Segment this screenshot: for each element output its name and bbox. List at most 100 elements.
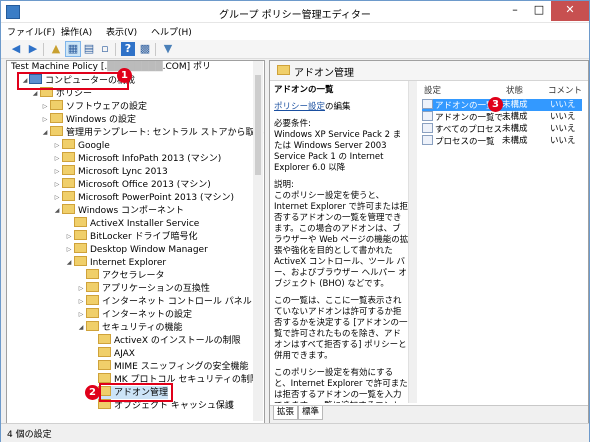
tree-item[interactable]: ▷ インターネット コントロール パネル xyxy=(77,295,252,308)
desc-scrollbar[interactable] xyxy=(408,81,417,403)
policy-tree: Test Machine Policy [.████████.COM] ポリ ◢… xyxy=(6,60,265,424)
tree-item[interactable]: ▷ Windows の設定 xyxy=(41,113,136,126)
setting-icon xyxy=(422,111,433,121)
desc-title: アドオンの一覧 xyxy=(274,85,334,95)
export-list-icon[interactable]: ▫ xyxy=(98,42,112,56)
tree-scrollbar[interactable] xyxy=(253,61,263,421)
tree-item[interactable]: ◢ Internet Explorer xyxy=(65,256,166,269)
tab-extended[interactable]: 拡張 xyxy=(273,406,299,420)
folder-icon xyxy=(98,373,111,383)
folder-icon xyxy=(62,178,75,188)
tree-item[interactable]: ◢ Windows コンポーネント xyxy=(53,204,184,217)
folder-icon xyxy=(86,295,99,305)
maximize-button[interactable]: □ xyxy=(527,1,551,21)
folder-icon xyxy=(277,65,290,75)
details-header: アドオン管理 xyxy=(270,61,588,81)
highlight-box-2 xyxy=(99,383,173,402)
folder-icon xyxy=(98,347,111,357)
properties-icon[interactable]: ▩ xyxy=(138,42,152,56)
tree-item[interactable]: ▷ Microsoft Office 2013 (マシン) xyxy=(53,178,211,191)
toolbar: ◀ ▶ ▲ ▦ ▤ ▫ ? ▩ ▼ xyxy=(1,40,589,59)
view-tabs: 拡張 標準 xyxy=(270,405,588,423)
menu-bar: ファイル(F) 操作(A) 表示(V) ヘルプ(H) xyxy=(1,23,589,40)
badge-1: 1 xyxy=(117,68,132,83)
details-title: アドオン管理 xyxy=(294,68,354,79)
tab-standard[interactable]: 標準 xyxy=(298,406,324,420)
edit-policy-link[interactable]: ポリシー設定 xyxy=(274,102,325,112)
filter-icon[interactable]: ▼ xyxy=(161,42,175,56)
folder-icon xyxy=(98,334,111,344)
highlight-box-1 xyxy=(17,72,129,90)
up-folder-icon[interactable]: ▲ xyxy=(49,42,63,56)
tree-item[interactable]: ▷ Microsoft Lync 2013 xyxy=(53,165,168,178)
tree-item[interactable]: ◢ セキュリティの機能 xyxy=(77,321,182,334)
settings-row[interactable]: プロセスの一覧 未構成 いいえ xyxy=(422,135,582,147)
folder-icon xyxy=(50,100,63,110)
main-window: グループ ポリシー管理エディター – □ ✕ ファイル(F) 操作(A) 表示(… xyxy=(0,0,590,442)
menu-action[interactable]: 操作(A) xyxy=(61,25,92,38)
help-icon[interactable]: ? xyxy=(121,42,135,56)
folder-icon xyxy=(50,126,63,136)
app-icon xyxy=(6,5,20,19)
column-header-setting[interactable]: 設定 xyxy=(424,84,441,96)
column-header-state[interactable]: 状態 xyxy=(506,84,523,96)
folder-icon xyxy=(86,269,99,279)
status-text: 4 個の設定 xyxy=(7,430,52,440)
tree-item[interactable]: ▷ Desktop Window Manager xyxy=(65,243,208,256)
tree-root-label: Test Machine Policy [. xyxy=(11,62,108,72)
menu-file[interactable]: ファイル(F) xyxy=(7,25,55,38)
window-title: グループ ポリシー管理エディター xyxy=(219,10,371,21)
folder-icon xyxy=(74,230,87,240)
tree-item[interactable]: ▷ インターネットの設定 xyxy=(77,308,192,321)
tree-item[interactable]: ◢管理用テンプレート: セントラル ストアから取得したポリシ xyxy=(41,126,264,139)
close-button[interactable]: ✕ xyxy=(551,1,589,21)
tree-item[interactable]: アクセラレータ xyxy=(77,269,165,282)
column-header-comment[interactable]: コメント xyxy=(548,84,582,96)
folder-icon xyxy=(86,321,99,331)
menu-help[interactable]: ヘルプ(H) xyxy=(151,25,192,38)
setting-icon xyxy=(422,99,433,109)
tree-item[interactable]: ▷ アプリケーションの互換性 xyxy=(77,282,210,295)
tree-item[interactable]: ▷ Google xyxy=(53,139,110,152)
forward-arrow-icon[interactable]: ▶ xyxy=(26,42,40,56)
setting-icon xyxy=(422,123,433,133)
explanation-text: 説明: このポリシー設定を使うと、Internet Explorer で許可また… xyxy=(274,180,409,289)
tree-item[interactable]: ▷ BitLocker ドライブ暗号化 xyxy=(65,230,198,243)
folder-icon xyxy=(74,243,87,253)
folder-icon xyxy=(74,256,87,266)
show-hide-tree-icon[interactable]: ▦ xyxy=(65,41,81,57)
back-arrow-icon[interactable]: ◀ xyxy=(9,42,23,56)
requirements-text: 必要条件: Windows XP Service Pack 2 または Wind… xyxy=(274,119,402,173)
description-text: この一覧は、ここに一覧表示されていないアドオンは許可するか拒否するかを決定する … xyxy=(274,296,408,361)
menu-view[interactable]: 表示(V) xyxy=(106,25,137,38)
minimize-button[interactable]: – xyxy=(503,1,527,21)
folder-icon xyxy=(86,282,99,292)
folder-icon xyxy=(74,217,87,227)
tree-item[interactable]: ActiveX Installer Service xyxy=(65,217,199,230)
folder-icon xyxy=(62,152,75,162)
tree-item[interactable]: AJAX xyxy=(89,347,135,360)
settings-row[interactable]: アドオンの一覧で... 未構成 いいえ xyxy=(422,111,582,123)
tree-item[interactable]: ▷ Microsoft InfoPath 2013 (マシン) xyxy=(53,152,221,165)
folder-icon xyxy=(86,308,99,318)
tree-item[interactable]: ▷ Microsoft PowerPoint 2013 (マシン) xyxy=(53,191,234,204)
status-bar: 4 個の設定 xyxy=(1,423,589,442)
scroll-thumb[interactable] xyxy=(255,75,261,175)
badge-3: 3 xyxy=(488,97,503,112)
folder-icon xyxy=(62,191,75,201)
folder-icon xyxy=(62,139,75,149)
tree-item[interactable]: ActiveX のインストールの制限 xyxy=(89,334,241,347)
setting-icon xyxy=(422,135,433,145)
tree-item[interactable]: MIME スニッフィングの安全機能 xyxy=(89,360,249,373)
badge-2: 2 xyxy=(85,385,100,400)
description-text: このポリシー設定を有効にすると、Internet Explorer で許可または… xyxy=(274,368,408,403)
tree-item[interactable]: ▷ ソフトウェアの設定 xyxy=(41,100,147,113)
settings-row[interactable]: すべてのプロセス 未構成 いいえ xyxy=(422,123,582,135)
folder-icon xyxy=(50,113,63,123)
title-bar: グループ ポリシー管理エディター – □ ✕ xyxy=(1,1,589,23)
description-panel: アドオンの一覧 ポリシー設定の編集 必要条件: Windows XP Servi… xyxy=(270,81,413,403)
folder-icon xyxy=(98,360,111,370)
list-icon[interactable]: ▤ xyxy=(82,42,96,56)
folder-icon xyxy=(62,204,75,214)
settings-list: 設定 状態 コメント アドオンの一覧 未構成 いいえ アドオンの一覧で... 未構… xyxy=(418,81,588,403)
